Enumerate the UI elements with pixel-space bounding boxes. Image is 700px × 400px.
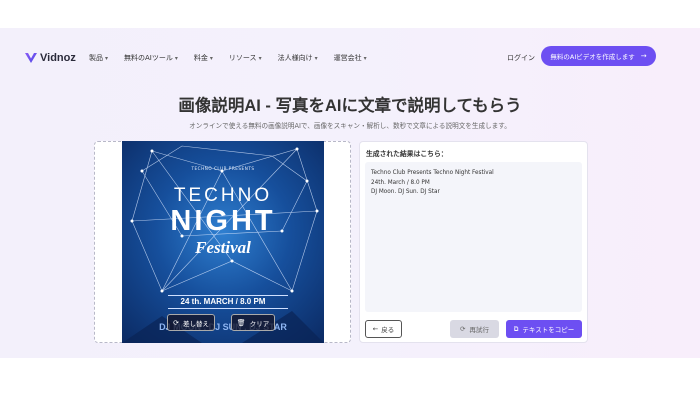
cta-label: 無料のAIビデオを作成します — [550, 53, 635, 61]
nav-item-label: 製品 — [89, 54, 103, 62]
vidnoz-logo-icon — [25, 53, 37, 63]
trash-icon: 🗑 — [236, 318, 246, 327]
logo-text: Vidnoz — [40, 52, 76, 64]
replace-label: 差し替え — [182, 319, 209, 328]
clear-label: クリア — [249, 319, 270, 328]
nav-item-products[interactable]: 製品 ▾ — [89, 53, 108, 63]
copy-icon: ⧉ — [513, 324, 519, 333]
logo[interactable]: Vidnoz — [24, 51, 76, 65]
copy-label: テキストをコピー — [522, 326, 575, 334]
nav-item-resources[interactable]: リソース ▾ — [229, 53, 262, 63]
poster-title-line-2: NIGHT — [170, 205, 276, 237]
page: Vidnoz 製品 ▾ 無料のAIツール ▾ 料金 ▾ リソース ▾ 法人様向け ▾ 運営… — [0, 0, 700, 400]
copy-text-button[interactable]: ⧉ テキストをコピー — [506, 320, 582, 338]
chevron-down-icon: ▾ — [105, 54, 109, 62]
regenerate-button[interactable]: ⟳ 再試行 — [450, 320, 499, 338]
regen-label: 再試行 — [469, 326, 489, 334]
nav-item-label: リソース — [228, 54, 257, 62]
result-line: 24th. March / 8.0 PM — [371, 180, 430, 186]
refresh-icon: ⟳ — [173, 318, 179, 327]
result-heading: 生成された結果はこちら： — [366, 150, 448, 158]
replace-image-button[interactable]: ⟳ 差し替え — [167, 314, 215, 331]
chevron-down-icon: ▾ — [258, 54, 262, 62]
page-title: 画像説明AI - 写真をAIに文章で説明してもらう — [178, 97, 522, 115]
nav-item-label: 無料のAIツール — [124, 54, 173, 62]
poster-title-line-3: Festival — [195, 238, 251, 257]
chevron-down-icon: ▾ — [174, 54, 178, 62]
clear-image-button[interactable]: 🗑 クリア — [231, 314, 275, 331]
nav-item-label: 運営会社 — [333, 54, 362, 62]
chevron-down-icon: ▾ — [209, 54, 213, 62]
back-label: 戻る — [381, 326, 395, 334]
main-nav: 製品 ▾ 無料のAIツール ▾ 料金 ▾ リソース ▾ 法人様向け ▾ 運営会社 ▾ — [89, 53, 383, 63]
result-line: Techno Club Presents Techno Night Festiv… — [371, 170, 494, 176]
nav-item-label: 法人様向け — [277, 54, 313, 62]
result-line: DJ Moon. DJ Sun. DJ Star — [371, 189, 440, 195]
arrow-left-icon: ← — [372, 325, 379, 333]
create-video-button[interactable]: 無料のAIビデオを作成します → — [541, 46, 656, 66]
nav-item-business[interactable]: 法人様向け ▾ — [278, 53, 318, 63]
nav-item-label: 料金 — [193, 54, 208, 62]
poster-djs: DJ MOON . DJ SUN . DJ STAR — [159, 322, 287, 332]
back-button[interactable]: ← 戻る — [365, 320, 402, 338]
chevron-down-icon: ▾ — [363, 54, 367, 62]
page-subtitle: オンラインで使える無料の画像説明AIで、画像をスキャン・解析し、数秒で文章による… — [189, 122, 511, 130]
site-header: Vidnoz 製品 ▾ 無料のAIツール ▾ 料金 ▾ リソース ▾ 法人様向け ▾ 運営… — [0, 42, 700, 76]
poster-date: 24 th. MARCH / 8.0 PM — [180, 297, 266, 306]
login-link[interactable]: ログイン — [507, 53, 535, 63]
chevron-down-icon: ▾ — [314, 54, 318, 62]
arrow-right-icon: → — [640, 52, 647, 60]
uploaded-image-preview: TECHNO CLUB PRESENTS TECHNO NIGHT Festiv… — [122, 141, 324, 343]
nav-item-free-ai-tools[interactable]: 無料のAIツール ▾ — [124, 53, 178, 63]
nav-item-company[interactable]: 運営会社 ▾ — [334, 53, 367, 63]
poster-presents-text: TECHNO CLUB PRESENTS — [191, 166, 255, 171]
poster-title-line-1: TECHNO — [173, 185, 273, 206]
refresh-icon: ⟳ — [460, 325, 466, 333]
nav-item-pricing[interactable]: 料金 ▾ — [194, 53, 213, 63]
